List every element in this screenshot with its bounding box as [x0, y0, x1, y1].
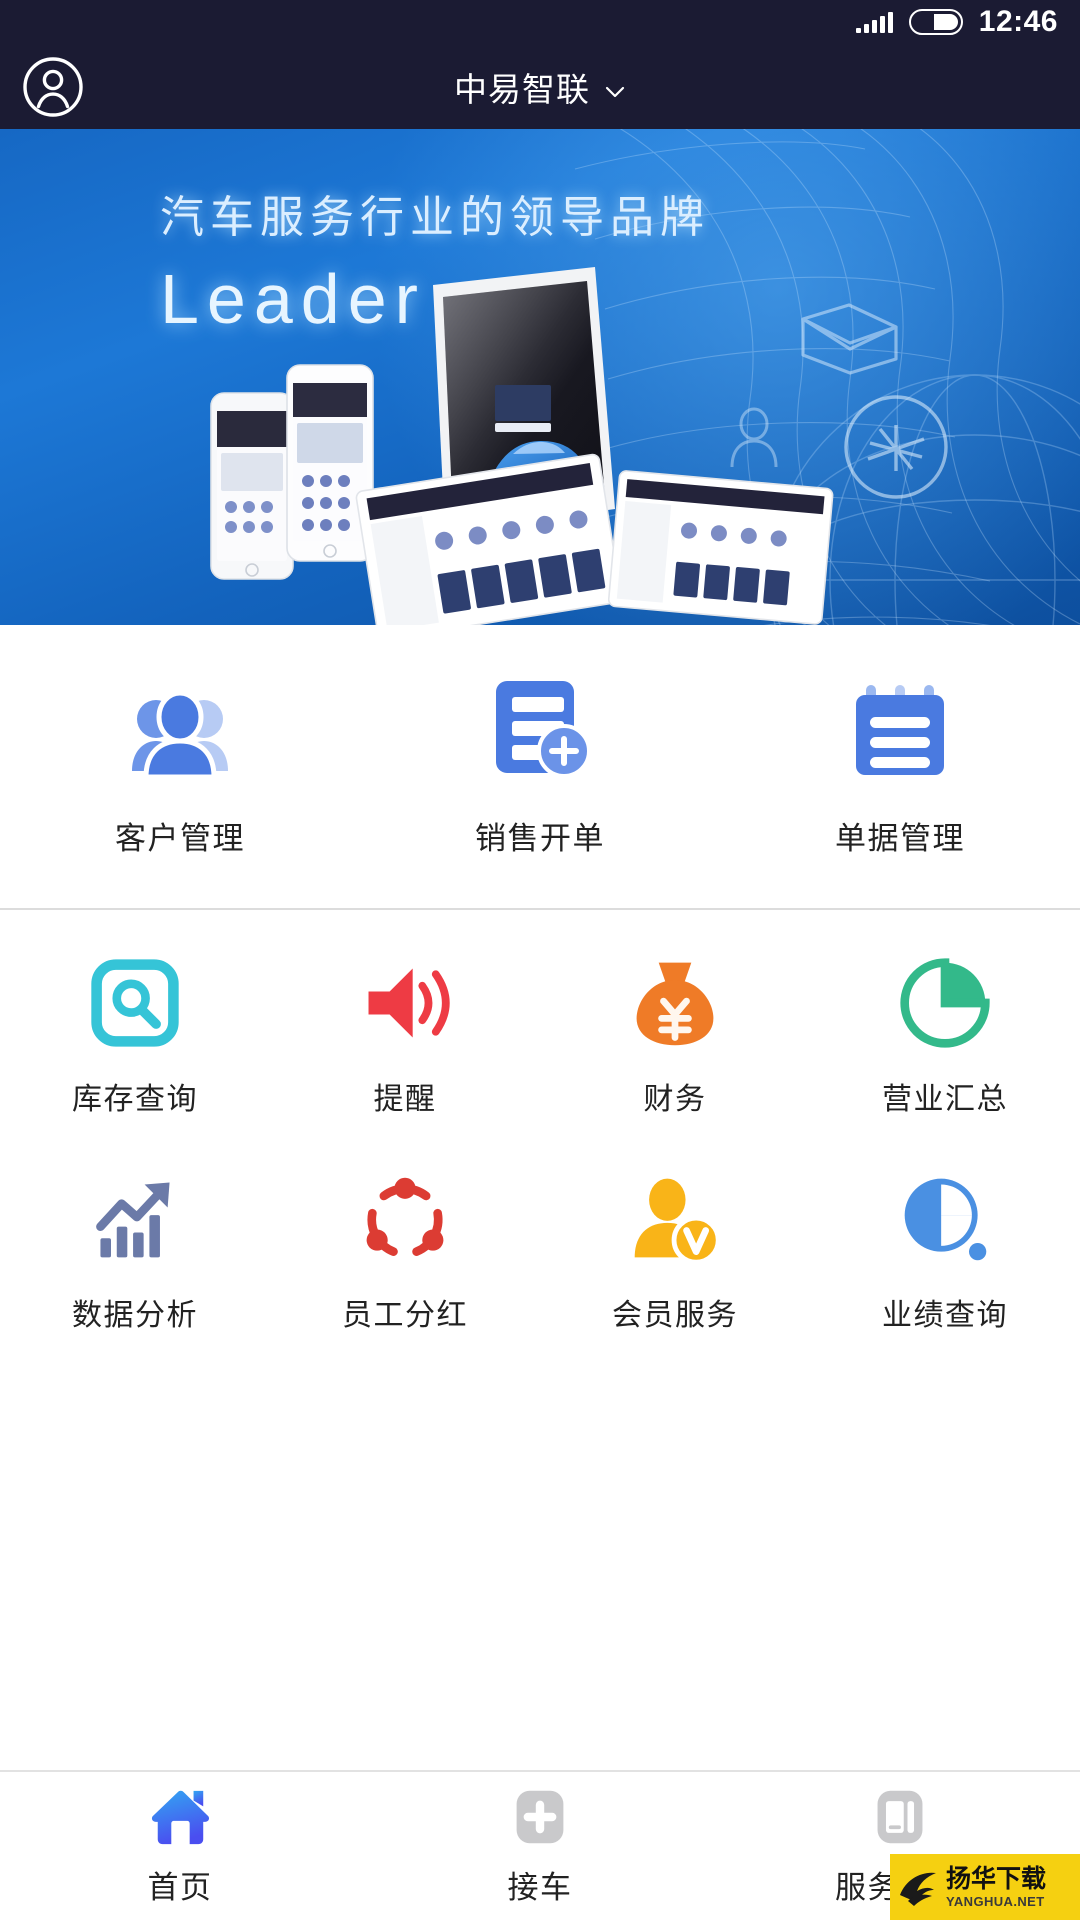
feature-label: 业绩查询	[882, 1299, 1008, 1332]
feature-employee-dividend[interactable]: 员工分红	[270, 1172, 540, 1334]
app-screen: 12:46 中易智联 汽车服务行业的领导品牌 Leader 客户管理 销售开单 …	[0, 0, 1080, 1920]
speaker-reminder-icon	[357, 956, 453, 1050]
action-label: 销售开单	[475, 821, 605, 856]
feature-label: 员工分红	[342, 1299, 468, 1332]
action-sales-order[interactable]: 销售开单	[360, 673, 720, 858]
chevron-down-icon	[604, 73, 626, 97]
watermark-en: YANGHUA.NET	[946, 1893, 1045, 1909]
feature-reminder[interactable]: 提醒	[270, 956, 540, 1118]
tab-label: 首页	[147, 1869, 213, 1905]
home-icon	[149, 1786, 211, 1848]
feature-data-analysis[interactable]: 数据分析	[0, 1172, 270, 1334]
app-header: 中易智联	[0, 44, 1080, 129]
customer-group-icon	[120, 673, 240, 783]
feature-label: 财务	[643, 1083, 707, 1116]
feature-business-summary[interactable]: 营业汇总	[810, 956, 1080, 1118]
feature-finance[interactable]: 财务	[540, 956, 810, 1118]
feature-label: 会员服务	[612, 1299, 738, 1332]
status-bar: 12:46	[0, 0, 1080, 44]
battery-icon	[908, 9, 963, 35]
signal-bars-icon	[855, 11, 893, 33]
performance-pie-icon	[897, 1172, 993, 1266]
book-icon	[871, 1786, 929, 1848]
feature-actions-section: 库存查询 提醒 财务 营业汇总 数据分析 员工分红 会员服务 业绩查询	[0, 910, 1080, 1770]
user-avatar-icon[interactable]	[22, 56, 84, 118]
feature-inventory-query[interactable]: 库存查询	[0, 956, 270, 1118]
action-label: 客户管理	[115, 821, 245, 856]
watermark-text: 扬华下载 YANGHUA.NET	[946, 1864, 1047, 1909]
document-notepad-icon	[840, 673, 960, 783]
page-title: 中易智联	[454, 70, 590, 108]
download-site-watermark: 扬华下载 YANGHUA.NET	[890, 1854, 1080, 1920]
feature-label: 数据分析	[72, 1299, 198, 1332]
tab-label: 接车	[507, 1869, 573, 1905]
feature-member-service[interactable]: 会员服务	[540, 1172, 810, 1334]
pie-chart-icon	[897, 956, 993, 1050]
promo-banner[interactable]: 汽车服务行业的领导品牌 Leader	[0, 129, 1080, 625]
bar-chart-trend-icon	[87, 1172, 183, 1266]
action-document-management[interactable]: 单据管理	[720, 673, 1080, 858]
money-bag-yuan-icon	[627, 956, 723, 1050]
share-network-icon	[357, 1172, 453, 1266]
feature-label: 提醒	[373, 1083, 437, 1116]
action-label: 单据管理	[835, 821, 965, 856]
action-customer-management[interactable]: 客户管理	[0, 673, 360, 858]
header-title-dropdown[interactable]: 中易智联	[0, 63, 1080, 111]
yanghua-bird-logo-icon	[900, 1872, 936, 1906]
network-circle-icon	[844, 395, 948, 499]
banner-headline-cn: 汽车服务行业的领导品牌	[160, 193, 710, 242]
devices-showcase-image	[210, 267, 834, 625]
member-vip-icon	[627, 1172, 723, 1266]
feature-label: 库存查询	[72, 1083, 198, 1116]
feature-actions-row-2: 数据分析 员工分红 会员服务 业绩查询	[0, 1172, 1080, 1334]
tab-home[interactable]: 首页	[0, 1786, 360, 1907]
tab-receive-vehicle[interactable]: 接车	[360, 1786, 720, 1907]
feature-actions-row-1: 库存查询 提醒 财务 营业汇总	[0, 956, 1080, 1118]
watermark-cn: 扬华下载	[946, 1864, 1047, 1893]
feature-performance-query[interactable]: 业绩查询	[810, 1172, 1080, 1334]
feature-label: 营业汇总	[882, 1083, 1008, 1116]
inventory-search-icon	[87, 956, 183, 1050]
sales-order-add-icon	[480, 673, 600, 783]
status-bar-clock: 12:46	[978, 5, 1058, 38]
plus-square-icon	[511, 1786, 569, 1848]
primary-actions-section: 客户管理 销售开单 单据管理	[0, 625, 1080, 908]
primary-actions-grid: 客户管理 销售开单 单据管理	[0, 673, 1080, 858]
